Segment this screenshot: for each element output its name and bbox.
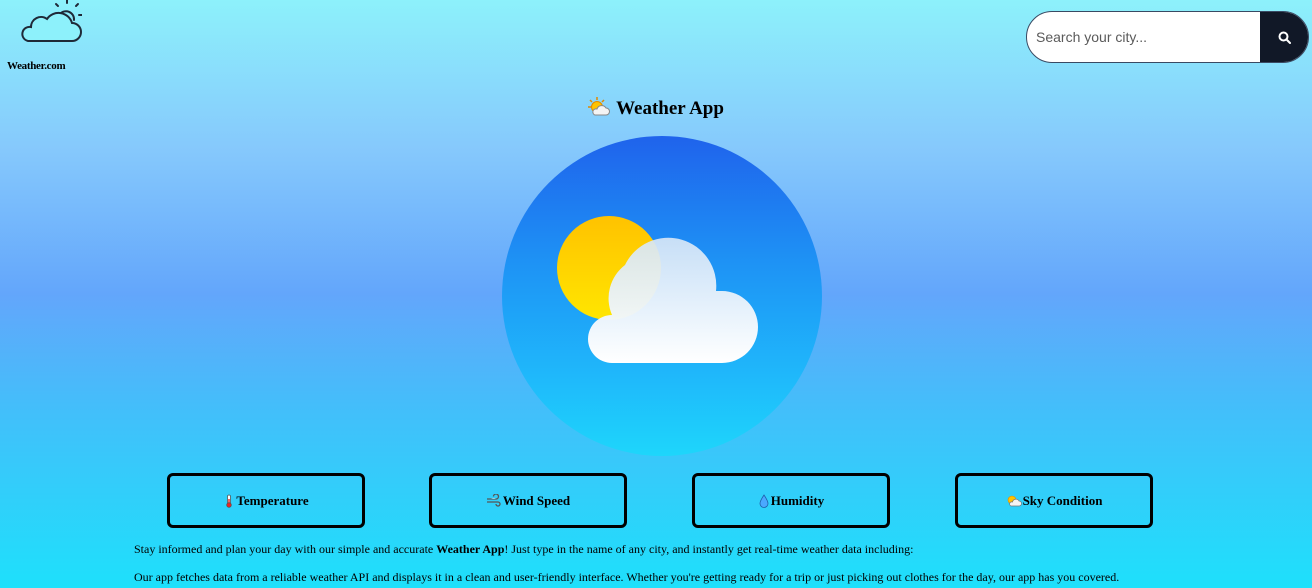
sun-behind-cloud-icon <box>1007 495 1022 506</box>
sky-condition-button[interactable]: Sky Condition <box>955 473 1153 528</box>
humidity-label: Humidity <box>770 492 825 508</box>
cloud-sun-icon <box>21 0 82 42</box>
temperature-button[interactable]: Temperature <box>167 473 365 528</box>
description-app-name: Weather App <box>436 542 505 556</box>
description-intro: Stay informed and plan your day with our… <box>134 542 913 556</box>
brand-name: Weather.com <box>7 60 66 72</box>
thermometer-icon <box>226 494 233 508</box>
hero-weather-illustration <box>502 136 822 456</box>
search-input[interactable] <box>1027 12 1261 62</box>
humidity-button[interactable]: Humidity <box>692 473 890 528</box>
partly-cloudy-icon <box>557 216 758 363</box>
brand-logo[interactable]: Weather.com <box>6 0 86 80</box>
description-intro-end: ! Just type in the name of any city, and… <box>504 542 914 556</box>
sky-condition-label: Sky Condition <box>1022 492 1103 508</box>
wind-speed-label: Wind Speed <box>502 492 571 508</box>
search-button[interactable] <box>1260 12 1308 62</box>
wind-icon <box>486 493 501 507</box>
page-title: Weather App <box>0 96 1312 121</box>
search-box <box>1026 11 1309 63</box>
description-details: Our app fetches data from a reliable wea… <box>134 570 1120 584</box>
page-title-text: Weather App <box>616 98 724 119</box>
search-icon <box>1278 31 1291 44</box>
sun-behind-cloud-icon <box>588 97 611 116</box>
wind-speed-button[interactable]: Wind Speed <box>429 473 627 528</box>
droplet-icon <box>759 493 769 508</box>
description-intro-start: Stay informed and plan your day with our… <box>134 542 437 556</box>
temperature-label: Temperature <box>236 492 309 508</box>
